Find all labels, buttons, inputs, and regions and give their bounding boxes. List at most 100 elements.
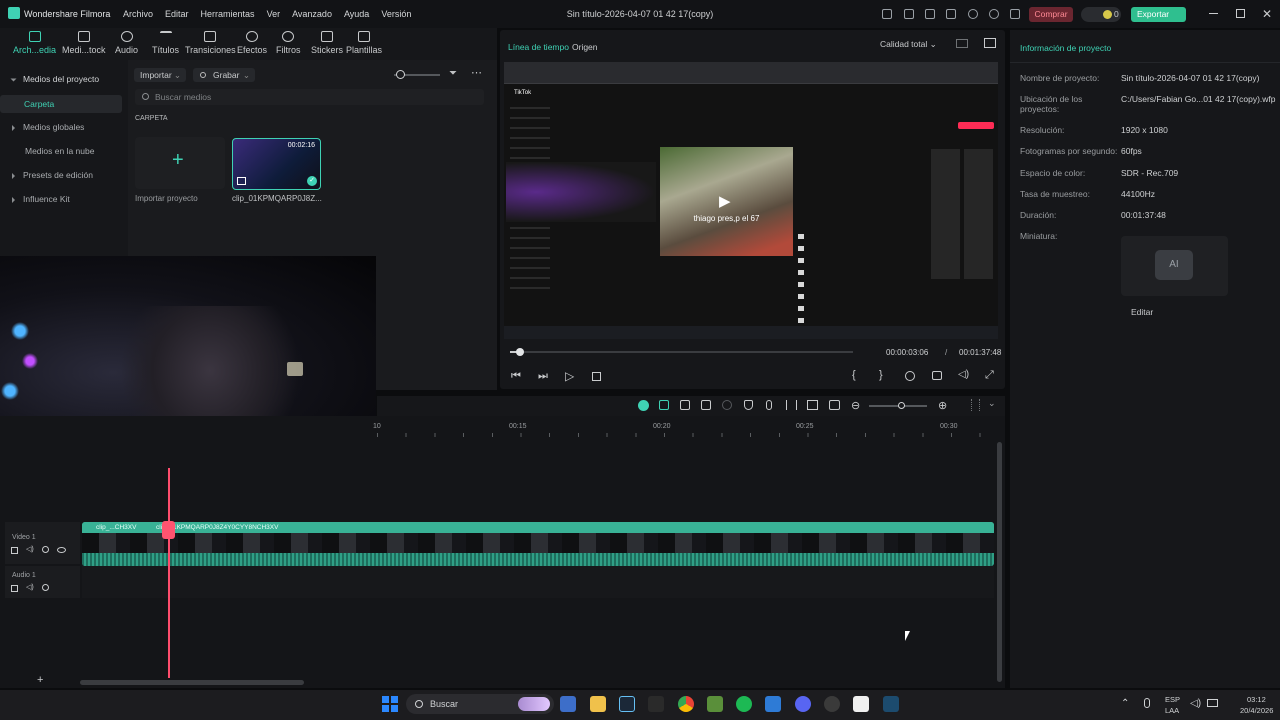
playhead-handle[interactable] [162, 521, 175, 539]
edit-thumbnail-button[interactable]: Editar [1131, 307, 1153, 317]
tab-transitions[interactable]: Transiciones [185, 31, 236, 55]
step-back-icon[interactable]: ⏮ [511, 370, 521, 383]
quality-dropdown[interactable]: Calidad total ⌄ [880, 39, 937, 50]
menu-avanzado[interactable]: Avanzado [292, 9, 332, 19]
stop-icon[interactable] [592, 372, 601, 381]
tab-timeline-preview[interactable]: Línea de tiempo [508, 42, 569, 52]
mute-icon[interactable]: ◁) [26, 545, 34, 553]
mixer-icon[interactable] [786, 400, 797, 410]
marker-icon[interactable] [659, 400, 669, 410]
clip-thumbnail[interactable]: 00:02:16 ✓ [232, 138, 321, 190]
tab-stickers[interactable]: Stickers [311, 31, 343, 55]
timeline-scrollbar-v[interactable] [997, 442, 1002, 682]
add-track-icon[interactable]: + [37, 674, 43, 686]
buy-button[interactable]: Comprar [1029, 7, 1073, 22]
link-icon[interactable] [42, 546, 49, 553]
audio-track-lane[interactable] [82, 566, 994, 598]
record-dropdown[interactable]: Grabar ⌄ [193, 68, 255, 82]
save-icon[interactable] [946, 9, 956, 19]
language-bottom[interactable]: LAA [1165, 706, 1179, 715]
keyboard-icon[interactable] [904, 9, 914, 19]
video-clip[interactable]: clip_...CH3XV clip_01KPMQARP0J8Z4Y0CYY8N… [82, 522, 994, 566]
taskbar-search[interactable]: Buscar [406, 694, 554, 714]
tab-titles[interactable]: Títulos [152, 31, 179, 55]
sidebar-item-cloud-media[interactable]: Medios en la nube [12, 146, 94, 156]
export-button[interactable]: Exportar [1131, 7, 1186, 22]
more-icon[interactable]: ⋯ [471, 66, 482, 79]
image-icon[interactable] [984, 38, 996, 48]
capcut-icon[interactable] [853, 696, 869, 712]
grid-icon[interactable] [956, 39, 968, 48]
playback-progress[interactable] [510, 348, 853, 356]
split-icon[interactable] [680, 400, 690, 410]
display-icon[interactable] [1207, 699, 1218, 707]
epic-games-icon[interactable] [648, 696, 664, 712]
send-icon[interactable] [882, 9, 892, 19]
credits-badge[interactable]: 0 [1081, 7, 1121, 22]
menu-version[interactable]: Versión [381, 9, 411, 19]
playhead[interactable] [168, 468, 170, 678]
tab-filters[interactable]: Filtros [276, 31, 301, 55]
minecraft-icon[interactable] [707, 696, 723, 712]
snapshot-icon[interactable] [932, 371, 942, 380]
shield-icon[interactable] [744, 400, 753, 410]
ripple-icon[interactable] [829, 400, 840, 410]
minimize-button[interactable] [1209, 13, 1218, 14]
mark-in-icon[interactable]: { [852, 369, 856, 381]
language-top[interactable]: ESP [1165, 695, 1180, 704]
microphone-icon[interactable] [1144, 698, 1150, 708]
preview-video[interactable]: TikTok thiago pres,p el 67 ▶ [504, 62, 998, 339]
image-edit-icon[interactable] [701, 400, 711, 410]
tiktok-video[interactable]: thiago pres,p el 67 ▶ [660, 147, 793, 256]
menu-editar[interactable]: Editar [165, 9, 189, 19]
file-explorer-icon[interactable] [590, 696, 606, 712]
spotify-icon[interactable] [736, 696, 752, 712]
tab-source-preview[interactable]: Origen [572, 42, 598, 52]
menu-archivo[interactable]: Archivo [123, 9, 153, 19]
slider-handle[interactable] [396, 70, 405, 79]
filter-icon[interactable]: ⏷ [449, 68, 457, 79]
play-icon[interactable]: ▶ [719, 192, 731, 210]
chrome-icon[interactable] [678, 696, 694, 712]
chevron-up-icon[interactable]: ⌃ [1121, 698, 1129, 709]
obs-icon[interactable] [824, 696, 840, 712]
maximize-button[interactable] [1236, 9, 1245, 18]
tab-media[interactable]: Arch...edia [13, 31, 56, 55]
support-icon[interactable] [989, 9, 999, 19]
sidebar-item-edit-presets[interactable]: Presets de edición [12, 170, 93, 180]
step-forward-icon[interactable]: ⏭ [538, 370, 548, 383]
lock-icon[interactable] [11, 585, 18, 592]
menu-ayuda[interactable]: Ayuda [344, 9, 369, 19]
sidebar-item-folder[interactable]: Carpeta [0, 95, 122, 113]
import-project-tile[interactable]: + [135, 137, 225, 189]
tab-audio[interactable]: Audio [115, 31, 138, 55]
timeline-ruler[interactable]: 10 00:15 00:20 00:25 00:30 [0, 416, 1005, 438]
pip-icon[interactable] [807, 400, 818, 410]
sidebar-item-project-media[interactable]: Medios del proyecto [10, 74, 99, 84]
eye-icon[interactable] [57, 547, 66, 553]
lock-icon[interactable] [11, 547, 18, 554]
discord-icon[interactable] [795, 696, 811, 712]
play-icon[interactable]: ▷ [565, 369, 574, 383]
sidebar-item-global-media[interactable]: Medios globales [12, 122, 84, 132]
cloud-icon[interactable] [968, 9, 978, 19]
zoom-slider[interactable] [869, 402, 927, 409]
search-input[interactable]: Buscar medios [135, 89, 484, 105]
app-icon[interactable] [765, 696, 781, 712]
chevron-down-icon[interactable]: ⌄ [988, 398, 996, 409]
tab-effects[interactable]: Efectos [237, 31, 267, 55]
progress-handle[interactable] [516, 348, 525, 356]
windows-start-icon[interactable] [382, 696, 398, 712]
disabled-icon[interactable] [722, 400, 732, 410]
sidebar-item-influence-kit[interactable]: Influence Kit [12, 194, 70, 204]
timeline-scrollbar-h[interactable] [80, 680, 304, 685]
apps-grid-icon[interactable] [1010, 9, 1020, 19]
microphone-icon[interactable] [766, 400, 772, 410]
clock-time[interactable]: 03:12 [1247, 695, 1266, 704]
tab-stock-media[interactable]: Medi...tock [62, 31, 106, 55]
ai-icon[interactable] [638, 400, 649, 411]
layout-icon[interactable] [925, 9, 935, 19]
volume-icon[interactable]: ◁) [1190, 698, 1201, 709]
tab-templates[interactable]: Plantillas [346, 31, 382, 55]
menu-herramientas[interactable]: Herramientas [201, 9, 255, 19]
